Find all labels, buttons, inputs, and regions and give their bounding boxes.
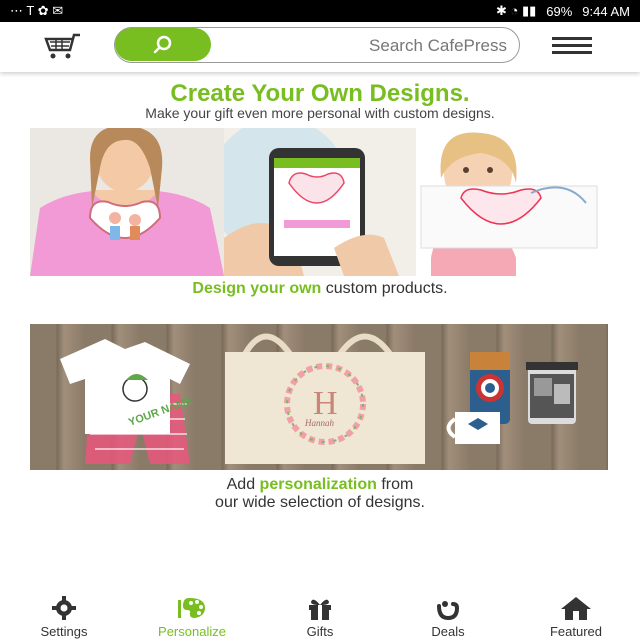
- search-input[interactable]: [275, 34, 509, 58]
- nav-gifts[interactable]: Gifts: [270, 596, 370, 639]
- phone-app-photo: [224, 128, 416, 276]
- status-bar: ⋯ T ✿ ✉ ✱ ◔ ▮▮ 69% 9:44 AM: [0, 0, 640, 22]
- personalization-link[interactable]: personalization: [260, 476, 377, 493]
- pajama-set: YOUR NAME: [60, 339, 194, 464]
- battery-level: 69%: [546, 3, 573, 19]
- nav-settings-label: Settings: [40, 624, 88, 639]
- nav-gifts-label: Gifts: [306, 624, 334, 639]
- caption-line2: our wide selection of designs.: [215, 494, 425, 511]
- status-icons-left: ⋯ T ✿ ✉: [10, 3, 64, 18]
- nav-deals[interactable]: Deals: [398, 596, 498, 639]
- hamburger-menu-icon[interactable]: [552, 37, 592, 57]
- tote-monogram: H: [313, 385, 338, 422]
- app-header: [0, 22, 640, 72]
- design-collage-image[interactable]: [30, 128, 608, 276]
- status-icons-right: ✱ ◔ ▮▮: [495, 3, 537, 18]
- gift-icon: [309, 599, 331, 620]
- gear-icon: [52, 596, 76, 620]
- palette-icon: [178, 598, 205, 618]
- tote-script-name: Hannah: [304, 418, 334, 428]
- nav-personalize[interactable]: Personalize: [142, 596, 242, 639]
- nav-deals-label: Deals: [431, 624, 465, 639]
- personalized-products-image[interactable]: YOUR NAME H Hannah: [30, 324, 608, 470]
- travel-tumbler: [526, 362, 578, 424]
- search-button[interactable]: [115, 28, 211, 61]
- child-drawing-photo: [416, 128, 608, 276]
- nav-featured[interactable]: Featured: [526, 596, 626, 639]
- caption-line1-rest: from: [381, 476, 414, 493]
- home-icon: [561, 597, 591, 620]
- cart-icon[interactable]: [42, 32, 82, 65]
- nav-settings[interactable]: Settings: [14, 596, 114, 639]
- coffee-mug: [446, 412, 500, 444]
- caption-prefix: Add: [226, 476, 256, 493]
- personalization-caption: Add personalization from our wide select…: [0, 476, 640, 512]
- status-time: 9:44 AM: [582, 3, 630, 19]
- search-icon: [153, 35, 172, 53]
- nav-personalize-label: Personalize: [158, 624, 226, 639]
- page-subtitle: Make your gift even more personal with c…: [145, 105, 495, 121]
- tote-bag: H Hannah: [225, 333, 425, 464]
- nav-featured-label: Featured: [549, 624, 603, 639]
- bottom-navigation: Settings Personalize Gifts Deals Feature…: [0, 596, 640, 640]
- design-caption-rest: custom products.: [325, 280, 448, 297]
- page-title: Create Your Own Designs.: [170, 80, 470, 107]
- design-caption: Design your own custom products.: [0, 280, 640, 298]
- search-box: [114, 27, 520, 63]
- woman-tshirt-photo: [30, 128, 224, 276]
- deals-icon: [437, 601, 460, 620]
- design-caption-highlight[interactable]: Design your own: [192, 280, 321, 297]
